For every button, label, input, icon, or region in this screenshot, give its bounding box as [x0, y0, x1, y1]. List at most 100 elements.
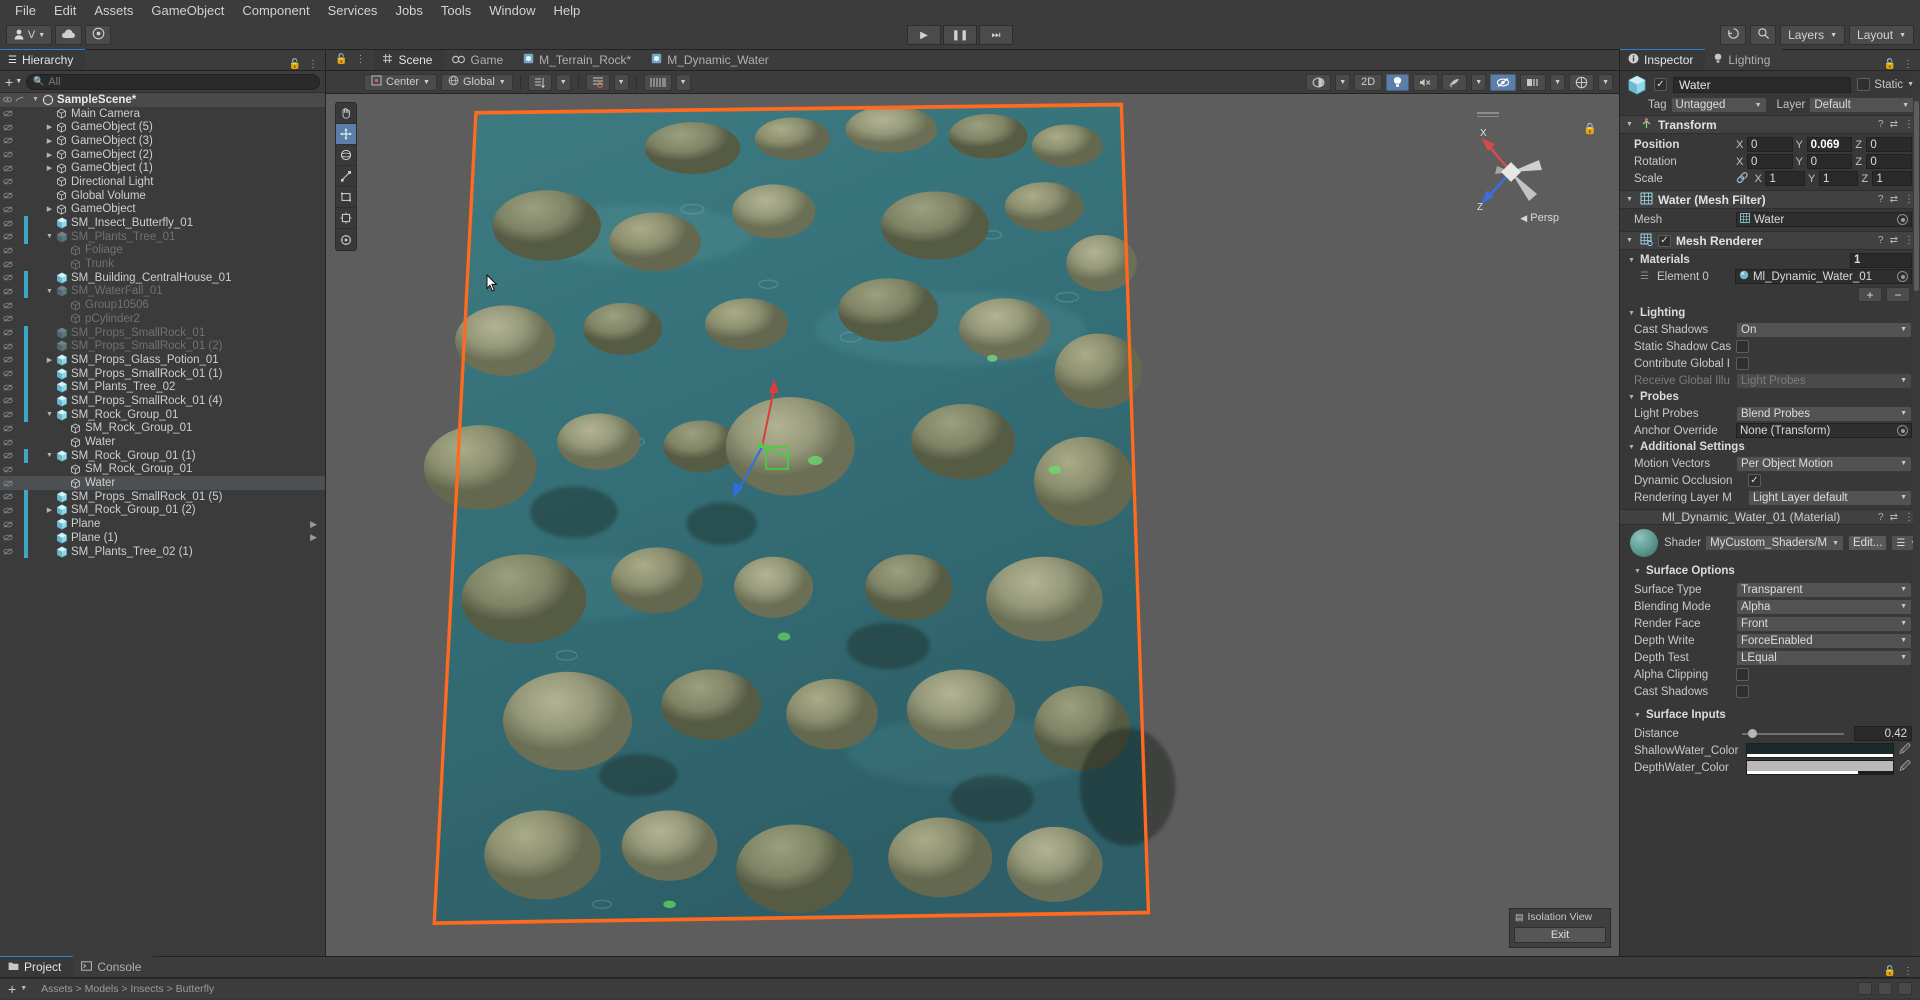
panel-menu-icon[interactable]: ⋮ — [355, 54, 365, 65]
menu-item-tools[interactable]: Tools — [432, 0, 480, 21]
rotation-y-input[interactable]: 0 — [1806, 154, 1853, 169]
menu-item-file[interactable]: File — [6, 0, 45, 21]
scale-z-input[interactable]: 1 — [1872, 171, 1912, 186]
distance-value-input[interactable]: 0.42 — [1854, 726, 1912, 741]
object-name-input[interactable]: Water — [1673, 76, 1852, 93]
hierarchy-item[interactable]: Foliage — [0, 244, 325, 258]
preset-icon[interactable]: ⇄ — [1890, 194, 1898, 205]
add-gameobject-button[interactable]: + ▼ — [5, 74, 22, 90]
visibility-toggle-icon[interactable] — [0, 370, 24, 377]
toggle-hidden-objects-button[interactable] — [1490, 73, 1517, 91]
grid-opacity-button[interactable] — [643, 73, 672, 91]
service-settings-button[interactable] — [85, 25, 111, 45]
hierarchy-item[interactable]: Trunk — [0, 257, 325, 271]
dynamic-occlusion-checkbox[interactable]: ✓ — [1748, 474, 1761, 487]
snap-increment-dropdown[interactable]: ▼ — [613, 73, 629, 91]
anchor-object-field[interactable]: None (Transform) — [1736, 423, 1912, 438]
blending-dropdown[interactable]: Alpha ▼ — [1736, 598, 1912, 615]
hierarchy-item[interactable]: ▼ SM_Rock_Group_01 — [0, 407, 325, 422]
chevron-down-icon[interactable]: ▼ — [44, 411, 55, 418]
hierarchy-item[interactable]: Water — [0, 435, 325, 449]
help-icon[interactable]: ? — [1878, 119, 1884, 130]
visibility-toggle-icon[interactable] — [0, 507, 24, 514]
visibility-toggle-icon[interactable] — [0, 110, 24, 117]
mesh-object-field[interactable]: Water — [1736, 212, 1912, 227]
lock-icon[interactable]: 🔓 — [335, 54, 347, 65]
surface-type-dropdown[interactable]: Transparent ▼ — [1736, 581, 1912, 598]
rect-tool-button[interactable] — [336, 187, 356, 208]
menu-item-help[interactable]: Help — [545, 0, 590, 21]
hierarchy-item[interactable]: ▼ SM_Rock_Group_01 (1) — [0, 448, 325, 463]
preset-icon[interactable]: ⇄ — [1890, 119, 1898, 130]
visibility-toggle-icon[interactable] — [0, 247, 24, 254]
lock-icon[interactable]: 🔓 — [1884, 966, 1896, 977]
step-button[interactable]: ⏭ — [979, 25, 1013, 45]
toggle-grid-dropdown[interactable]: ▼ — [1550, 73, 1566, 91]
hierarchy-item[interactable]: ▶ GameObject (1) — [0, 161, 325, 175]
chevron-down-icon[interactable]: ▼ — [44, 452, 55, 459]
hierarchy-item[interactable]: SM_Props_SmallRock_01 (4) — [0, 394, 325, 408]
reorder-handle-icon[interactable]: ☰ — [1640, 271, 1649, 282]
render-face-dropdown[interactable]: Front ▼ — [1736, 615, 1912, 632]
preset-icon[interactable]: ⇄ — [1890, 235, 1898, 246]
surface-inputs-section[interactable]: ▼ Surface Inputs — [1620, 707, 1920, 723]
cast-shadows-dropdown[interactable]: On ▼ — [1736, 321, 1912, 338]
chevron-down-icon[interactable]: ▼ — [1626, 237, 1635, 244]
hierarchy-item[interactable]: SM_Plants_Tree_02 (1) — [0, 544, 325, 559]
visibility-toggle-icon[interactable] — [0, 548, 24, 555]
object-enabled-checkbox[interactable]: ✓ — [1654, 78, 1667, 91]
play-button[interactable]: ▶ — [907, 25, 941, 45]
grid-snap-button[interactable] — [527, 73, 552, 91]
chevron-down-icon[interactable]: ▼ — [1628, 394, 1635, 401]
visibility-toggle-icon[interactable] — [0, 343, 24, 350]
chevron-down-icon[interactable]: ▼ — [20, 985, 27, 992]
position-y-input[interactable]: 0.069 — [1806, 137, 1853, 152]
hierarchy-item[interactable]: ▶ GameObject (5) — [0, 120, 325, 134]
status-button-3[interactable] — [1898, 982, 1912, 995]
chevron-right-icon[interactable]: ▶ — [310, 532, 325, 543]
isolation-exit-button[interactable]: Exit — [1514, 927, 1606, 943]
hierarchy-item[interactable]: SM_Rock_Group_01 — [0, 422, 325, 436]
transform-component-header[interactable]: ▼ Transform ? ⇄ ⋮ — [1620, 115, 1920, 134]
visibility-toggle-icon[interactable] — [0, 411, 24, 418]
visibility-toggle-icon[interactable] — [0, 397, 24, 405]
chevron-down-icon[interactable]: ▼ — [1628, 444, 1635, 451]
inspector-scroll-thumb[interactable] — [1914, 101, 1919, 291]
mesh-renderer-enabled-checkbox[interactable]: ✓ — [1658, 234, 1671, 247]
rotate-tool-button[interactable] — [336, 145, 356, 166]
chevron-down-icon[interactable]: ▼ — [30, 96, 41, 103]
chevron-down-icon[interactable]: ▼ — [44, 233, 55, 240]
hierarchy-item[interactable]: SM_Plants_Tree_02 — [0, 380, 325, 395]
depth-write-dropdown[interactable]: ForceEnabled ▼ — [1736, 632, 1912, 649]
materials-count-input[interactable]: 1 — [1850, 252, 1912, 268]
eyedropper-icon[interactable]: 🖉 — [1898, 758, 1912, 777]
visibility-toggle-icon[interactable] — [0, 165, 24, 172]
static-checkbox[interactable] — [1857, 78, 1871, 91]
chevron-down-icon[interactable]: ▼ — [44, 288, 55, 295]
visibility-toggle-icon[interactable] — [0, 96, 24, 103]
toggle-audio-button[interactable] — [1413, 73, 1439, 91]
snap-increment-button[interactable] — [585, 73, 610, 91]
object-picker-icon[interactable] — [1897, 425, 1908, 436]
chevron-down-icon[interactable]: ▼ — [1628, 257, 1635, 264]
hierarchy-item[interactable]: Directional Light — [0, 175, 325, 189]
scale-x-input[interactable]: 1 — [1765, 171, 1805, 186]
hierarchy-item[interactable]: ▶ GameObject (2) — [0, 148, 325, 162]
scene-tab-scene[interactable]: Scene — [374, 49, 445, 70]
additional-settings-section[interactable]: ▼ Additional Settings — [1620, 439, 1920, 455]
lock-icon[interactable]: 🔒 — [1583, 122, 1597, 135]
move-tool-button[interactable] — [336, 124, 356, 145]
toggle-effects-dropdown[interactable]: ▼ — [1471, 73, 1487, 91]
shader-dropdown[interactable]: MyCustom_Shaders/M ▼ — [1705, 535, 1844, 551]
object-picker-icon[interactable] — [1897, 214, 1908, 225]
visibility-toggle-icon[interactable] — [0, 288, 24, 295]
visibility-toggle-icon[interactable] — [0, 261, 24, 268]
status-button-1[interactable] — [1858, 982, 1872, 995]
visibility-toggle-icon[interactable] — [0, 151, 24, 158]
hierarchy-item[interactable]: Plane ▶ — [0, 517, 325, 531]
hierarchy-item[interactable]: SM_Props_SmallRock_01 (5) — [0, 489, 325, 504]
transform-tool-button[interactable] — [336, 208, 356, 229]
hierarchy-item[interactable]: ▶ GameObject (3) — [0, 134, 325, 148]
grid-opacity-dropdown[interactable]: ▼ — [675, 73, 691, 91]
chevron-down-icon[interactable]: ▼ — [1628, 310, 1635, 317]
